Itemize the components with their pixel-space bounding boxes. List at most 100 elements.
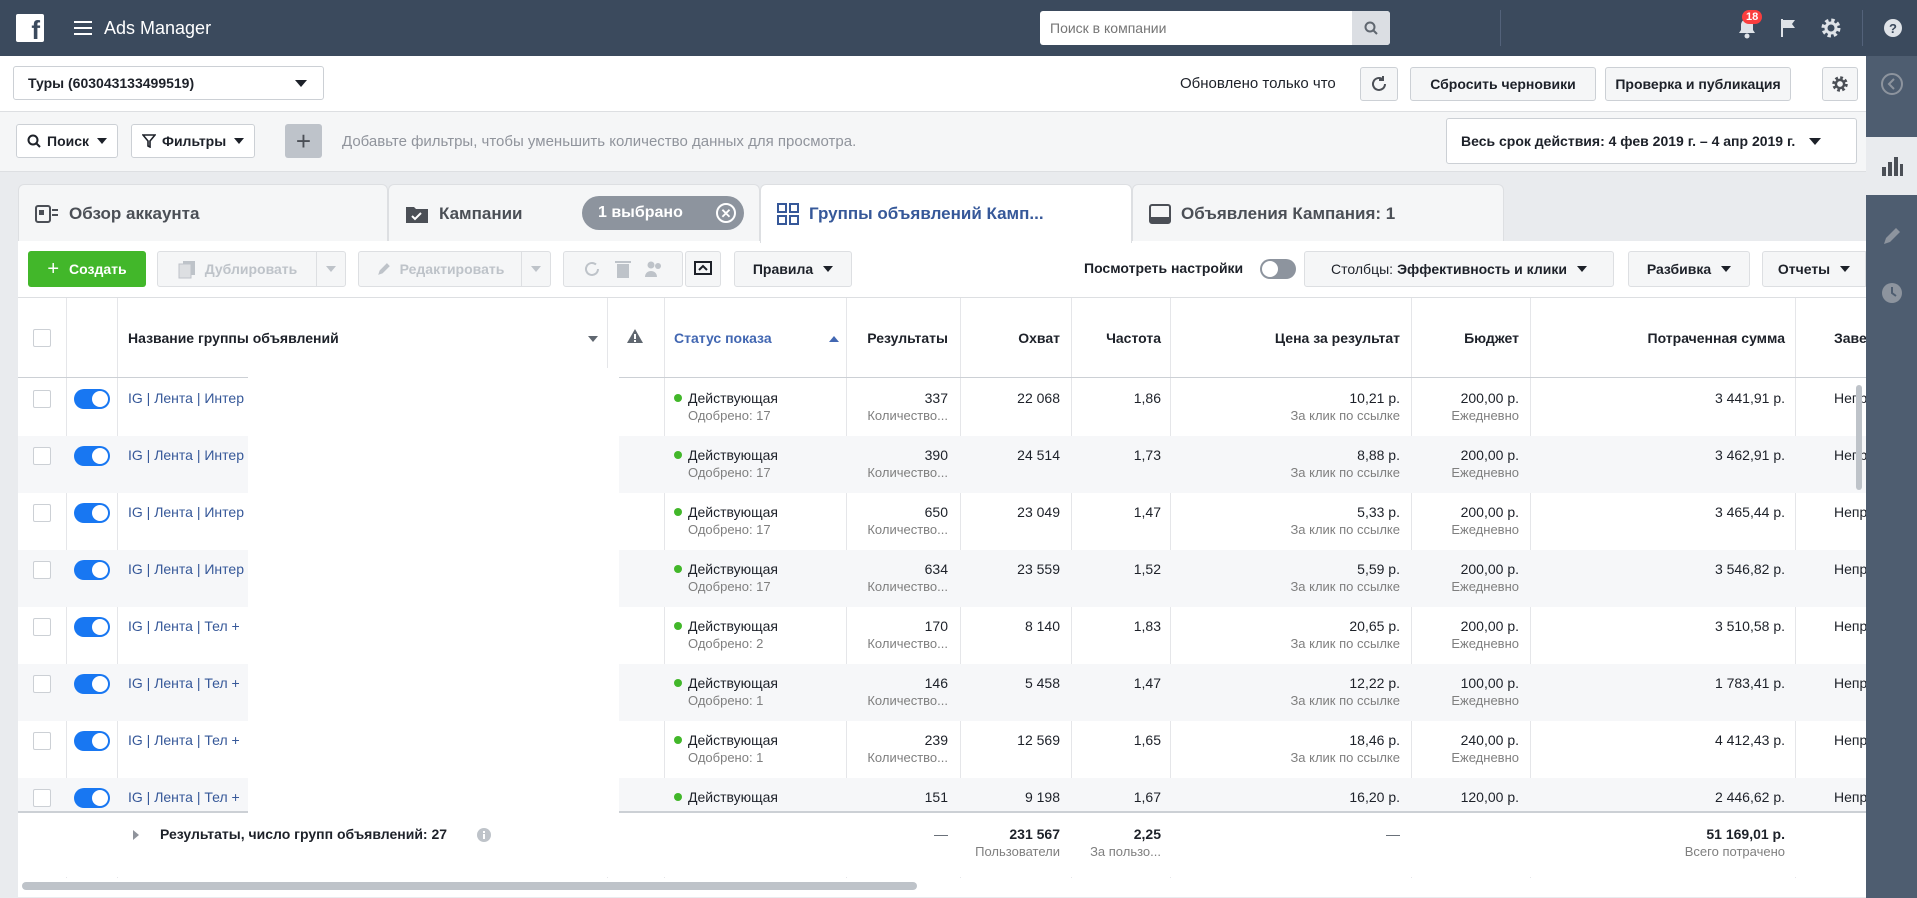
chevron-down-icon xyxy=(234,138,245,144)
close-icon[interactable]: ✕ xyxy=(716,203,736,223)
sort-icon[interactable] xyxy=(588,336,598,342)
pencil-icon[interactable] xyxy=(1878,222,1905,249)
refresh-button[interactable] xyxy=(1360,67,1398,101)
row-checkbox[interactable] xyxy=(33,675,51,693)
cost-value: 5,59 р. xyxy=(1357,561,1400,577)
row-toggle[interactable] xyxy=(74,560,110,580)
row-toggle[interactable] xyxy=(74,617,110,637)
review-publish-button[interactable]: Проверка и публикация xyxy=(1605,67,1791,101)
tab-ads[interactable]: Объявления Кампания: 1 xyxy=(1132,184,1504,242)
users-icon[interactable] xyxy=(644,260,664,278)
search-input[interactable] xyxy=(1040,11,1352,45)
help-icon[interactable]: ? xyxy=(1879,14,1907,42)
filters-button[interactable]: Фильтры xyxy=(131,124,256,158)
share-button[interactable] xyxy=(685,251,721,287)
search-box xyxy=(1040,11,1390,45)
end-value: Непр xyxy=(1834,504,1866,520)
column-header-end[interactable]: Заве xyxy=(1834,330,1866,346)
columns-button[interactable]: Столбцы: Эффективность и клики xyxy=(1304,251,1614,287)
filter-hint: Добавьте фильтры, чтобы уменьшить количе… xyxy=(342,133,857,150)
tab-ad-sets[interactable]: Группы объявлений Камп... xyxy=(760,184,1132,243)
cost-sub: За клик по ссылке xyxy=(1290,750,1400,765)
tab-account-overview[interactable]: Обзор аккаунта xyxy=(18,184,388,242)
row-checkbox[interactable] xyxy=(33,447,51,465)
collapse-icon[interactable] xyxy=(1878,70,1905,97)
row-toggle[interactable] xyxy=(74,503,110,523)
reports-button[interactable]: Отчеты xyxy=(1762,251,1866,287)
trash-icon[interactable] xyxy=(614,259,632,279)
column-header-cost[interactable]: Цена за результат xyxy=(1180,330,1400,346)
row-checkbox[interactable] xyxy=(33,618,51,636)
selected-count-pill[interactable]: 1 выбрано ✕ xyxy=(582,196,744,230)
row-toggle[interactable] xyxy=(74,389,110,409)
ad-set-name-link[interactable]: IG | Лента | Интер xyxy=(128,561,244,577)
sort-asc-icon[interactable] xyxy=(829,335,839,342)
reports-chart-icon[interactable] xyxy=(1866,137,1917,195)
column-header-status[interactable]: Статус показа xyxy=(674,330,772,346)
frequency-value: 1,73 xyxy=(1133,447,1161,463)
account-selector[interactable]: Туры (603043133499519) xyxy=(13,66,324,100)
row-toggle[interactable] xyxy=(74,731,110,751)
ad-set-name-link[interactable]: IG | Лента | Тел + xyxy=(128,789,240,805)
column-header-name[interactable]: Название группы объявлений xyxy=(128,330,339,346)
footer-reach: 231 567 Пользователи xyxy=(970,826,1060,859)
status-approved: Одобрено: 1 xyxy=(688,693,764,708)
row-toggle[interactable] xyxy=(74,674,110,694)
duplicate-button[interactable]: Дублировать xyxy=(157,251,317,287)
results-sub: Количество... xyxy=(867,636,948,651)
row-toggle[interactable] xyxy=(74,788,110,808)
view-settings-label: Посмотреть настройки xyxy=(1084,260,1244,276)
date-range-picker[interactable]: Весь срок действия: 4 фев 2019 г. – 4 ап… xyxy=(1446,118,1857,164)
search-filter-button[interactable]: Поиск xyxy=(16,124,119,158)
row-toggle[interactable] xyxy=(74,446,110,466)
info-icon[interactable] xyxy=(476,827,492,843)
settings-button[interactable] xyxy=(1822,67,1858,101)
row-checkbox[interactable] xyxy=(33,390,51,408)
column-header-spent[interactable]: Потраченная сумма xyxy=(1540,330,1785,346)
column-header-frequency[interactable]: Частота xyxy=(1081,330,1161,346)
rules-button[interactable]: Правила xyxy=(734,251,852,287)
tab-label: Кампании xyxy=(439,203,523,223)
chevron-down-icon xyxy=(1840,266,1851,272)
facebook-logo-icon[interactable]: f xyxy=(16,14,44,44)
status-text: Действующая xyxy=(688,390,779,406)
row-checkbox[interactable] xyxy=(33,561,51,579)
flag-icon[interactable] xyxy=(1775,14,1803,42)
ad-set-name-link[interactable]: IG | Лента | Интер xyxy=(128,504,244,520)
breakdown-button[interactable]: Разбивка xyxy=(1628,251,1750,287)
tab-label: Объявления Кампания: 1 xyxy=(1181,203,1396,223)
ad-set-name-link[interactable]: IG | Лента | Интер xyxy=(128,447,244,463)
column-header-budget[interactable]: Бюджет xyxy=(1421,330,1519,346)
results-value: 151 xyxy=(924,789,948,805)
view-settings-toggle[interactable] xyxy=(1260,259,1296,279)
notifications-badge: 18 xyxy=(1742,10,1763,24)
gear-icon[interactable] xyxy=(1817,14,1845,42)
menu-icon[interactable] xyxy=(74,21,92,35)
create-button[interactable]: + Создать xyxy=(28,251,146,287)
ad-set-name-link[interactable]: IG | Лента | Тел + xyxy=(128,732,240,748)
duplicate-dropdown[interactable] xyxy=(316,251,346,287)
expand-icon[interactable] xyxy=(132,830,140,840)
results-cell: 170 Количество... xyxy=(856,618,948,651)
table-footer: Результаты, число групп объявлений: 27 —… xyxy=(18,811,1866,877)
footer-frequency-value: 2,25 xyxy=(1133,826,1161,842)
discard-drafts-button[interactable]: Сбросить черновики xyxy=(1410,67,1596,101)
row-checkbox[interactable] xyxy=(33,789,51,807)
edit-button[interactable]: Редактировать xyxy=(358,251,522,287)
vertical-scrollbar[interactable] xyxy=(1856,385,1862,490)
row-checkbox[interactable] xyxy=(33,732,51,750)
ad-set-name-link[interactable]: IG | Лента | Тел + xyxy=(128,675,240,691)
horizontal-scrollbar[interactable] xyxy=(22,882,917,890)
footer-frequency-sub: За пользо... xyxy=(1090,844,1161,859)
clock-icon[interactable] xyxy=(1878,279,1905,306)
ad-set-name-link[interactable]: IG | Лента | Интер xyxy=(128,390,244,406)
add-filter-button[interactable]: + xyxy=(285,124,322,158)
column-header-reach[interactable]: Охват xyxy=(970,330,1060,346)
row-checkbox[interactable] xyxy=(33,504,51,522)
revert-icon[interactable] xyxy=(582,259,602,279)
search-button[interactable] xyxy=(1352,11,1390,45)
edit-dropdown[interactable] xyxy=(521,251,551,287)
column-header-results[interactable]: Результаты xyxy=(856,330,948,346)
ad-set-name-link[interactable]: IG | Лента | Тел + xyxy=(128,618,240,634)
select-all-checkbox[interactable] xyxy=(33,329,51,347)
